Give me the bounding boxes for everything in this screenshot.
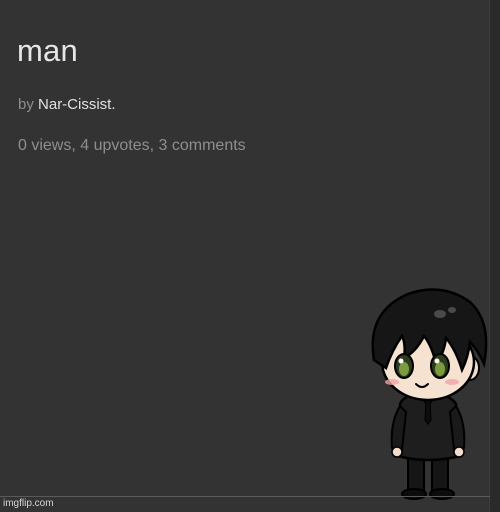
- watermark: imgflip.com: [3, 498, 54, 509]
- chibi-character-icon: [371, 288, 488, 500]
- post-title: man: [17, 33, 78, 68]
- bottom-divider: [0, 496, 490, 497]
- post-card: man by Nar-Cissist. 0 views, 4 upvotes, …: [0, 0, 500, 512]
- post-stats: 0 views, 4 upvotes, 3 comments: [18, 137, 246, 154]
- byline-prefix: by: [18, 96, 34, 113]
- author-link[interactable]: Nar-Cissist.: [38, 96, 116, 113]
- byline: by Nar-Cissist.: [18, 96, 116, 113]
